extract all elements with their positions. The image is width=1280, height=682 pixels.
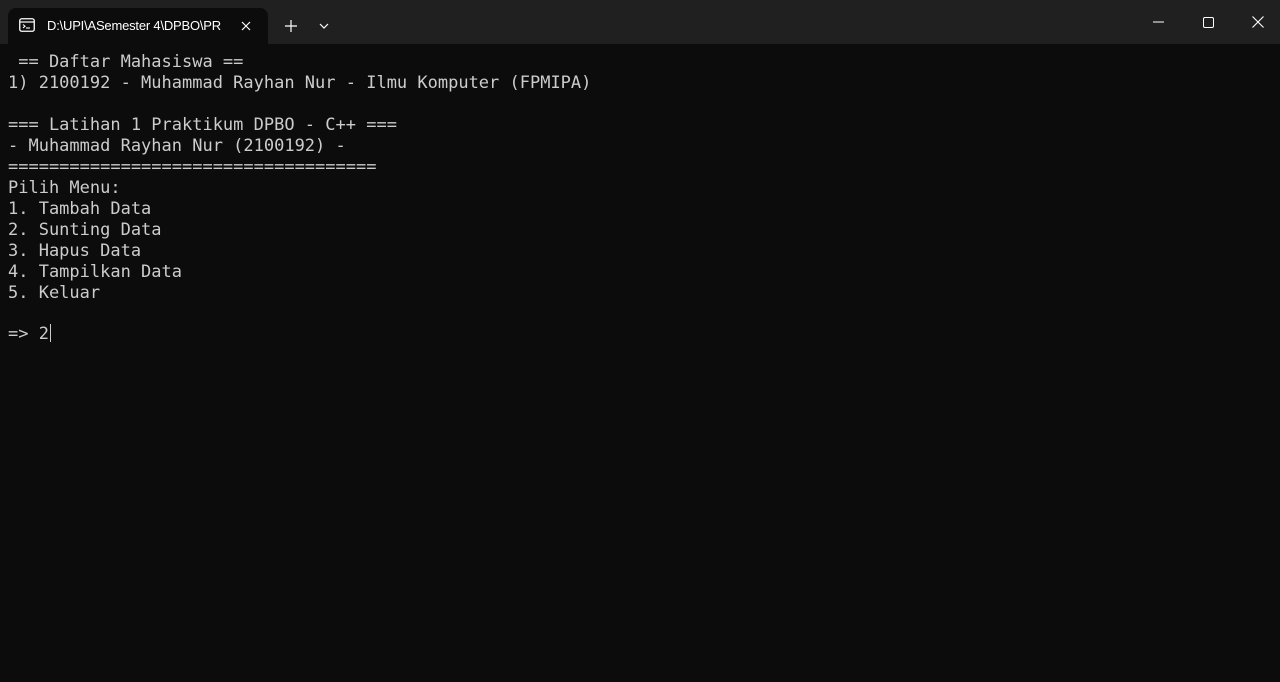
student-entry: 1) 2100192 - Muhammad Rayhan Nur - Ilmu … — [8, 73, 592, 93]
author-line: - Muhammad Rayhan Nur (2100192) - — [8, 136, 346, 156]
terminal-output[interactable]: == Daftar Mahasiswa == 1) 2100192 - Muha… — [0, 52, 1280, 682]
close-icon[interactable] — [236, 16, 256, 36]
terminal-icon — [19, 18, 35, 32]
terminal-window: D:\UPI\ASemester 4\DPBO\PR == Daftar Mah… — [0, 0, 1280, 682]
menu-option-hapus: 3. Hapus Data — [8, 241, 142, 261]
maximize-icon[interactable] — [1183, 0, 1233, 44]
menu-option-keluar: 5. Keluar — [8, 283, 101, 303]
tab-title: D:\UPI\ASemester 4\DPBO\PR — [47, 18, 221, 33]
menu-option-tampilkan: 4. Tampilkan Data — [8, 262, 182, 282]
plus-icon[interactable] — [278, 14, 304, 38]
input-text: => 2 — [8, 324, 49, 344]
divider-line: ==================================== — [8, 157, 377, 177]
menu-prompt: Pilih Menu: — [8, 178, 121, 198]
title-bar[interactable]: D:\UPI\ASemester 4\DPBO\PR — [0, 0, 1280, 44]
tab-terminal[interactable]: D:\UPI\ASemester 4\DPBO\PR — [8, 8, 268, 44]
close-icon[interactable] — [1233, 0, 1280, 44]
text-cursor — [49, 324, 51, 342]
minimize-icon[interactable] — [1133, 0, 1183, 44]
menu-option-sunting: 2. Sunting Data — [8, 220, 162, 240]
input-line[interactable]: => 2 — [8, 324, 51, 345]
chevron-down-icon[interactable] — [312, 14, 336, 38]
menu-option-tambah: 1. Tambah Data — [8, 199, 152, 219]
heading-daftar-mahasiswa: == Daftar Mahasiswa == — [8, 52, 244, 72]
program-title: === Latihan 1 Praktikum DPBO - C++ === — [8, 115, 397, 135]
